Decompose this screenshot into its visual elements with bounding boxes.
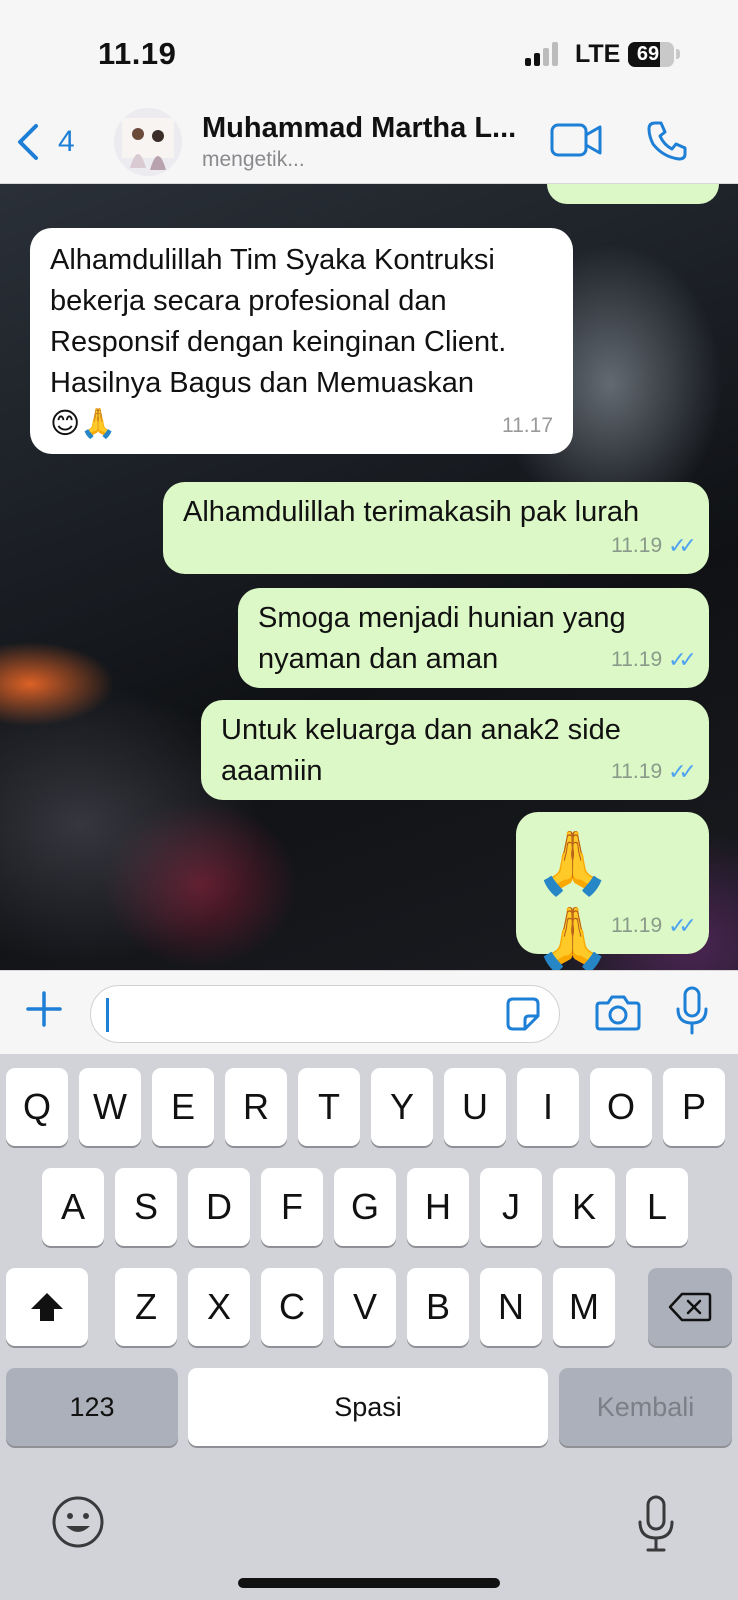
typing-status: mengetik... — [202, 148, 305, 171]
chat-area[interactable]: 11.10 ✓✓ Alhamdulillah Tim Syaka Kontruk… — [0, 184, 738, 970]
battery-tip — [676, 49, 680, 59]
signal-icon — [525, 42, 561, 66]
message-meta: 11.19 ✓✓ — [611, 751, 697, 792]
message-bubble-incoming[interactable]: Alhamdulillah Tim Syaka Kontruksi bekerj… — [30, 228, 573, 454]
key-x[interactable]: X — [188, 1268, 250, 1346]
read-ticks-icon: ✓✓ — [668, 533, 697, 558]
key-i[interactable]: I — [517, 1068, 579, 1146]
key-z[interactable]: Z — [115, 1268, 177, 1346]
message-text: 🙏🙏 — [534, 829, 616, 970]
key-v[interactable]: V — [334, 1268, 396, 1346]
read-ticks-icon: ✓✓ — [678, 184, 707, 196]
space-key[interactable]: Spasi — [188, 1368, 548, 1446]
battery-level: 69 — [636, 43, 660, 65]
message-time: 11.19 — [611, 534, 663, 557]
key-l[interactable]: L — [626, 1168, 688, 1246]
message-bubble-outgoing[interactable]: Alhamdulillah terimakasih pak lurah 11.1… — [163, 482, 709, 574]
avatar-image — [114, 108, 182, 176]
message-bubble-outgoing[interactable]: 11.10 ✓✓ — [547, 184, 719, 204]
text-caret — [106, 998, 109, 1032]
message-meta: 11.17 — [502, 405, 553, 446]
key-c[interactable]: C — [261, 1268, 323, 1346]
chevron-left-icon — [18, 124, 38, 160]
emoji-icon — [52, 1496, 104, 1548]
message-meta: 11.10 ✓✓ — [621, 184, 707, 196]
microphone-icon — [676, 986, 708, 1035]
contact-name[interactable]: Muhammad Martha L... — [202, 112, 532, 145]
sticker-button[interactable] — [505, 996, 541, 1032]
numbers-key[interactable]: 123 — [6, 1368, 178, 1446]
return-key[interactable]: Kembali — [559, 1368, 732, 1446]
key-h[interactable]: H — [407, 1168, 469, 1246]
shift-arrow-icon — [31, 1293, 63, 1321]
key-k[interactable]: K — [553, 1168, 615, 1246]
attach-button[interactable] — [22, 987, 66, 1031]
backspace-icon — [668, 1292, 712, 1322]
key-r[interactable]: R — [225, 1068, 287, 1146]
network-type: LTE — [575, 40, 621, 68]
message-input[interactable] — [90, 985, 560, 1043]
key-e[interactable]: E — [152, 1068, 214, 1146]
phone-icon — [647, 121, 687, 161]
video-call-button[interactable] — [550, 122, 602, 158]
dictation-button[interactable] — [636, 1494, 676, 1554]
message-bubble-outgoing[interactable]: Smoga menjadi hunian yang nyaman dan ama… — [238, 588, 709, 688]
plus-icon — [26, 991, 62, 1027]
unread-count: 4 — [58, 125, 75, 158]
key-a[interactable]: A — [42, 1168, 104, 1246]
key-y[interactable]: Y — [371, 1068, 433, 1146]
home-indicator — [238, 1578, 500, 1588]
key-q[interactable]: Q — [6, 1068, 68, 1146]
message-time: 11.19 — [611, 648, 663, 671]
message-time: 11.10 — [621, 184, 672, 196]
voice-note-button[interactable] — [674, 985, 710, 1037]
key-s[interactable]: S — [115, 1168, 177, 1246]
message-time: 11.19 — [611, 914, 663, 937]
key-n[interactable]: N — [480, 1268, 542, 1346]
key-o[interactable]: O — [590, 1068, 652, 1146]
back-button[interactable]: 4 — [14, 118, 94, 166]
emoji-button[interactable] — [50, 1494, 106, 1550]
avatar[interactable] — [114, 108, 182, 176]
chat-header: 11.19 LTE 69 4 Muhammad Martha L... meng… — [0, 0, 738, 184]
read-ticks-icon: ✓✓ — [668, 647, 697, 672]
keyboard: Q W E R T Y U I O P A S D F G H J K L Z … — [0, 1054, 738, 1600]
key-f[interactable]: F — [261, 1168, 323, 1246]
voice-call-button[interactable] — [646, 120, 688, 162]
message-bubble-outgoing[interactable]: 🙏🙏 11.19 ✓✓ — [516, 812, 709, 970]
message-meta: 11.19 ✓✓ — [611, 905, 697, 946]
battery-icon: 69 — [628, 42, 674, 67]
camera-button[interactable] — [594, 991, 642, 1033]
key-w[interactable]: W — [79, 1068, 141, 1146]
message-meta: 11.19 ✓✓ — [611, 639, 697, 680]
message-time: 11.19 — [611, 760, 663, 783]
sticker-icon — [506, 997, 540, 1031]
read-ticks-icon: ✓✓ — [668, 913, 697, 938]
key-t[interactable]: T — [298, 1068, 360, 1146]
key-g[interactable]: G — [334, 1168, 396, 1246]
message-composer — [0, 970, 738, 1054]
key-j[interactable]: J — [480, 1168, 542, 1246]
key-b[interactable]: B — [407, 1268, 469, 1346]
message-text: Alhamdulillah Tim Syaka Kontruksi bekerj… — [50, 244, 507, 440]
key-p[interactable]: P — [663, 1068, 725, 1146]
message-bubble-outgoing[interactable]: Untuk keluarga dan anak2 side aaamiin 11… — [201, 700, 709, 800]
shift-key[interactable] — [6, 1268, 88, 1346]
dictation-mic-icon — [638, 1495, 674, 1552]
message-meta: 11.19 ✓✓ — [611, 525, 697, 566]
delete-key[interactable] — [648, 1268, 732, 1346]
camera-icon — [595, 995, 641, 1031]
read-ticks-icon: ✓✓ — [668, 759, 697, 784]
key-m[interactable]: M — [553, 1268, 615, 1346]
key-u[interactable]: U — [444, 1068, 506, 1146]
video-camera-icon — [550, 123, 602, 157]
key-d[interactable]: D — [188, 1168, 250, 1246]
status-time: 11.19 — [98, 36, 177, 71]
message-time: 11.17 — [502, 414, 553, 437]
